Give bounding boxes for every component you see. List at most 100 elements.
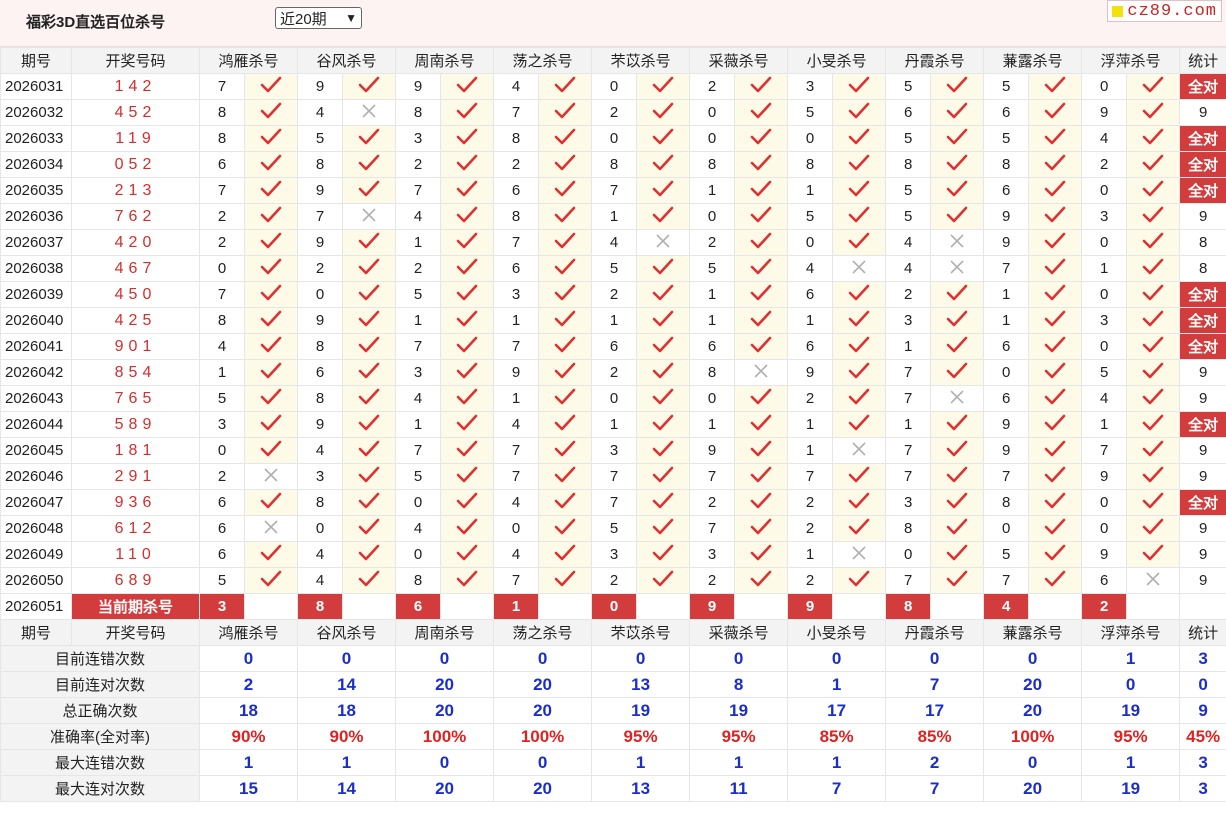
- check-icon: [832, 411, 887, 438]
- check-icon: [1028, 411, 1083, 438]
- check-icon: [930, 515, 985, 542]
- check-icon: [1126, 333, 1181, 360]
- column-header: 浮萍杀号: [1081, 619, 1181, 646]
- check-icon: [538, 515, 593, 542]
- column-header: 浮萍杀号: [1081, 47, 1181, 74]
- kill-number: 0: [1081, 73, 1128, 100]
- stats-value: 1: [1081, 749, 1181, 776]
- check-icon: [734, 99, 789, 126]
- column-header: 谷风杀号: [297, 47, 397, 74]
- kill-number: 5: [591, 255, 638, 282]
- stats-value: 20: [983, 697, 1083, 724]
- draw-number: 854: [71, 359, 200, 386]
- kill-number: 8: [689, 151, 736, 178]
- check-icon: [538, 203, 593, 230]
- kill-number: 4: [885, 255, 932, 282]
- row-stat: 全对: [1179, 333, 1226, 360]
- check-icon: [1126, 229, 1181, 256]
- check-icon: [636, 411, 691, 438]
- kill-number: 5: [689, 255, 736, 282]
- kill-number: 3: [1081, 307, 1128, 334]
- kill-number: 7: [591, 177, 638, 204]
- kill-number: 9: [297, 411, 344, 438]
- stats-value: 0: [198, 645, 299, 672]
- kill-number: 0: [1081, 229, 1128, 256]
- check-icon: [636, 437, 691, 464]
- stats-value: 90%: [297, 723, 397, 750]
- table-row: 2026047 936 6 8 0 4 7 2 2 3 8 0 全对: [0, 489, 1226, 516]
- check-icon: [342, 307, 397, 334]
- column-header: 开奖号码: [71, 47, 200, 74]
- table-row: 2026039 450 7 0 5 3 2 1 6 2 1 0 全对: [0, 281, 1226, 308]
- check-icon: [636, 255, 691, 282]
- stats-row: 总正确次数 18 18 20 20 19 19 17 17 20 19 9: [0, 697, 1226, 724]
- cross-icon: [930, 229, 985, 256]
- current-kill-number: 0: [591, 593, 638, 620]
- draw-number: 142: [71, 73, 200, 100]
- kill-number: 1: [493, 307, 540, 334]
- period-select[interactable]: 近20期 ▼: [275, 7, 362, 29]
- kill-number: 8: [297, 385, 344, 412]
- period-select-value: 近20期: [280, 10, 327, 28]
- column-header: 鸿雁杀号: [198, 619, 299, 646]
- current-kill-number: 9: [787, 593, 834, 620]
- kill-number: 5: [1081, 359, 1128, 386]
- check-icon: [930, 307, 985, 334]
- column-header: 期号: [0, 47, 72, 74]
- current-issue-row: 2026051 当前期杀号 3 8 6 1 0 9 9 8 4 2: [0, 593, 1226, 620]
- kill-number: 1: [787, 411, 834, 438]
- check-icon: [832, 229, 887, 256]
- check-icon: [243, 567, 299, 594]
- kill-number: 0: [787, 229, 834, 256]
- check-icon: [832, 333, 887, 360]
- kill-number: 2: [591, 567, 638, 594]
- issue-number: 2026032: [0, 99, 72, 126]
- kill-number: 1: [1081, 411, 1128, 438]
- kill-number: 1: [787, 307, 834, 334]
- issue-number: 2026050: [0, 567, 72, 594]
- row-stat: 9: [1179, 463, 1226, 490]
- check-icon: [440, 359, 495, 386]
- site-logo[interactable]: cz89.com: [1107, 0, 1222, 22]
- check-icon: [636, 99, 691, 126]
- kill-number: 6: [787, 281, 834, 308]
- issue-number: 2026037: [0, 229, 72, 256]
- kill-number: 4: [591, 229, 638, 256]
- check-icon: [1028, 567, 1083, 594]
- page-title: 福彩3D直选百位杀号: [26, 14, 166, 31]
- kill-number: 7: [689, 463, 736, 490]
- kill-number: 2: [787, 385, 834, 412]
- current-kill-blank: [1126, 593, 1181, 620]
- kill-number: 3: [591, 437, 638, 464]
- kill-number: 8: [297, 151, 344, 178]
- kill-number: 5: [297, 125, 344, 152]
- kill-number: 0: [1081, 489, 1128, 516]
- check-icon: [636, 281, 691, 308]
- kill-number: 8: [297, 333, 344, 360]
- kill-number: 1: [395, 307, 442, 334]
- kill-number: 0: [1081, 177, 1128, 204]
- column-header: 统计: [1179, 619, 1226, 646]
- cross-icon: [832, 541, 887, 568]
- kill-number: 1: [689, 307, 736, 334]
- cross-icon: [734, 359, 789, 386]
- stats-value: 0: [297, 645, 397, 672]
- issue-number: 2026038: [0, 255, 72, 282]
- check-icon: [1028, 125, 1083, 152]
- check-icon: [342, 541, 397, 568]
- stats-value: 0: [885, 645, 985, 672]
- current-kill-label: 当前期杀号: [71, 593, 200, 620]
- kill-number: 7: [493, 333, 540, 360]
- kill-number: 3: [493, 281, 540, 308]
- table-row: 2026046 291 2 3 5 7 7 7 7 7 7 9 9: [0, 463, 1226, 490]
- stats-label: 目前连错次数: [0, 645, 200, 672]
- kill-number: 4: [395, 385, 442, 412]
- kill-number: 0: [787, 125, 834, 152]
- kill-number: 7: [199, 281, 245, 308]
- check-icon: [342, 73, 397, 100]
- kill-number: 2: [199, 463, 245, 490]
- kill-number: 4: [493, 489, 540, 516]
- kill-number: 1: [591, 307, 638, 334]
- kill-number: 4: [1081, 385, 1128, 412]
- kill-number: 4: [787, 255, 834, 282]
